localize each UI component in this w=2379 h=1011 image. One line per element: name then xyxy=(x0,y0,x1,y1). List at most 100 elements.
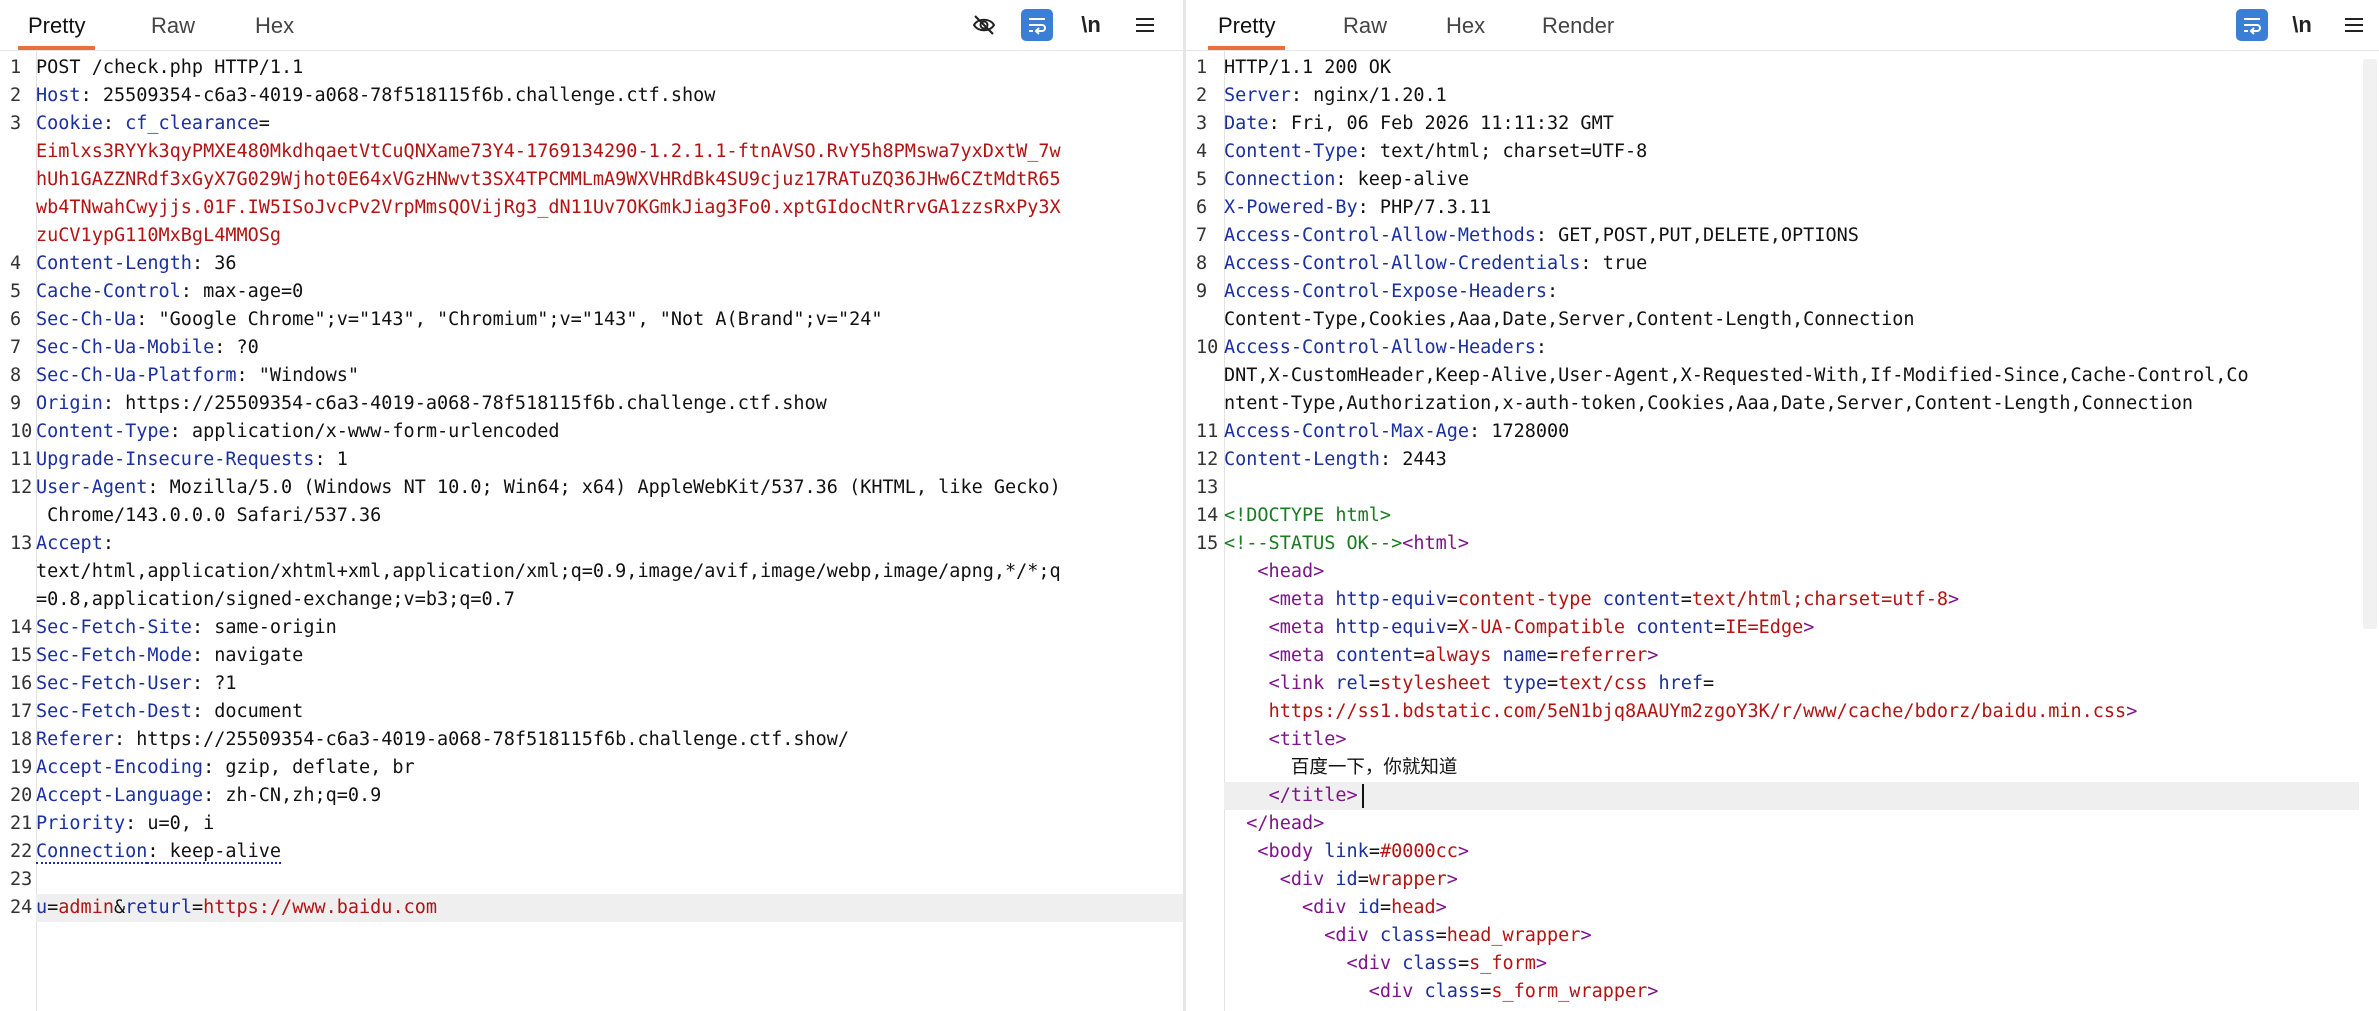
newline-toggle[interactable]: \n xyxy=(1075,9,1107,41)
response-tab-pretty[interactable]: Pretty xyxy=(1207,0,1287,50)
code-line[interactable]: X-Powered-By: PHP/7.3.11 xyxy=(1224,194,2359,222)
code-line[interactable]: u=admin&returl=https://www.baidu.com xyxy=(36,894,1183,922)
code-token: = xyxy=(1680,589,1692,610)
request-tab-raw[interactable]: Raw xyxy=(151,0,195,48)
code-line[interactable]: Accept-Language: zh-CN,zh;q=0.9 xyxy=(36,782,1183,810)
response-tab-render[interactable]: Render xyxy=(1542,0,1614,48)
code-line[interactable]: Cache-Control: max-age=0 xyxy=(36,278,1183,306)
code-line[interactable]: Date: Fri, 06 Feb 2026 11:11:32 GMT xyxy=(1224,110,2359,138)
code-line[interactable]: Sec-Ch-Ua-Mobile: ?0 xyxy=(36,334,1183,362)
code-line[interactable]: zuCV1ypG110MxBgL4MMOSg xyxy=(36,222,1183,250)
code-line[interactable]: Sec-Ch-Ua-Platform: "Windows" xyxy=(36,362,1183,390)
code-line[interactable]: <div id=wrapper> xyxy=(1224,866,2359,894)
code-line[interactable]: <title> xyxy=(1224,726,2359,754)
code-line[interactable]: Connection: keep-alive xyxy=(36,838,1183,866)
code-line[interactable]: =0.8,application/signed-exchange;v=b3;q=… xyxy=(36,586,1183,614)
code-line[interactable]: Sec-Fetch-Mode: navigate xyxy=(36,642,1183,670)
request-tab-hex[interactable]: Hex xyxy=(255,0,294,48)
code-line[interactable]: <div id=head> xyxy=(1224,894,2359,922)
code-token: = xyxy=(1703,673,1715,694)
code-line[interactable]: Content-Type: text/html; charset=UTF-8 xyxy=(1224,138,2359,166)
code-line[interactable]: <!--STATUS OK--><html> xyxy=(1224,530,2359,558)
request-code[interactable]: POST /check.php HTTP/1.1 Host: 25509354-c… xyxy=(36,54,1183,922)
request-editor[interactable]: 1 2 3 4 5 6 7 8 9 10 11 12 13 14 15 16 17 18 19 20 21 22 23 24 … xyxy=(0,51,1183,1011)
line-number xyxy=(1196,614,1224,642)
code-line[interactable]: <link rel=stylesheet type=text/css href= xyxy=(1224,670,2359,698)
line-number xyxy=(1196,866,1224,894)
code-line[interactable]: <meta http-equiv=X-UA-Compatible content… xyxy=(1224,614,2359,642)
code-line[interactable]: Origin: https://25509354-c6a3-4019-a068-… xyxy=(36,390,1183,418)
code-line[interactable]: Chrome/143.0.0.0 Safari/537.36 xyxy=(36,502,1183,530)
code-line[interactable]: </title> xyxy=(1224,782,2359,810)
code-line[interactable]: Access-Control-Allow-Headers: xyxy=(1224,334,2359,362)
code-token: <div xyxy=(1368,981,1425,1002)
code-line[interactable]: User-Agent: Mozilla/5.0 (Windows NT 10.0… xyxy=(36,474,1183,502)
code-line[interactable]: </head> xyxy=(1224,810,2359,838)
code-token: s_form_wrapper xyxy=(1491,981,1648,1002)
code-line[interactable]: HTTP/1.1 200 OK xyxy=(1224,54,2359,82)
code-line[interactable]: Content-Type,Cookies,Aaa,Date,Server,Con… xyxy=(1224,306,2359,334)
response-tab-hex[interactable]: Hex xyxy=(1446,0,1485,48)
code-line[interactable]: Sec-Fetch-Site: same-origin xyxy=(36,614,1183,642)
request-tab-pretty[interactable]: Pretty xyxy=(17,0,97,50)
code-line[interactable]: Accept-Encoding: gzip, deflate, br xyxy=(36,754,1183,782)
code-line[interactable]: ntent-Type,Authorization,x-auth-token,Co… xyxy=(1224,390,2359,418)
code-line[interactable]: Eimlxs3RYYk3qyPMXE480MkdhqaetVtCuQNXame7… xyxy=(36,138,1183,166)
wrap-lines-icon[interactable] xyxy=(2236,9,2268,41)
code-line[interactable]: <body link=#0000cc> xyxy=(1224,838,2359,866)
response-tab-raw[interactable]: Raw xyxy=(1343,0,1387,48)
code-line[interactable]: wb4TNwahCwyjjs.01F.IW5ISoJvcPv2VrpMmsQOV… xyxy=(36,194,1183,222)
menu-icon[interactable] xyxy=(2338,9,2370,41)
code-line[interactable]: Access-Control-Max-Age: 1728000 xyxy=(1224,418,2359,446)
code-line[interactable]: 百度一下，你就知道 xyxy=(1224,754,2359,782)
code-token: u xyxy=(36,897,48,918)
code-token: <meta xyxy=(1268,645,1336,666)
code-line[interactable]: <!DOCTYPE html> xyxy=(1224,502,2359,530)
wrap-lines-icon[interactable] xyxy=(1021,9,1053,41)
scrollbar-thumb[interactable] xyxy=(2363,59,2377,629)
code-line[interactable]: Content-Type: application/x-www-form-url… xyxy=(36,418,1183,446)
eye-slash-icon[interactable] xyxy=(968,9,1000,41)
code-line[interactable]: Accept: xyxy=(36,530,1183,558)
line-number: 15 xyxy=(1196,533,1219,554)
code-line[interactable]: Access-Control-Expose-Headers: xyxy=(1224,278,2359,306)
newline-toggle[interactable]: \n xyxy=(2286,9,2318,41)
code-line[interactable]: Cookie: cf_clearance= xyxy=(36,110,1183,138)
code-token: class xyxy=(1402,953,1458,974)
code-line[interactable]: text/html,application/xhtml+xml,applicat… xyxy=(36,558,1183,586)
code-line[interactable]: Referer: https://25509354-c6a3-4019-a068… xyxy=(36,726,1183,754)
code-line[interactable]: Sec-Fetch-User: ?1 xyxy=(36,670,1183,698)
code-line[interactable]: Upgrade-Insecure-Requests: 1 xyxy=(36,446,1183,474)
code-line[interactable]: DNT,X-CustomHeader,Keep-Alive,User-Agent… xyxy=(1224,362,2359,390)
response-code[interactable]: HTTP/1.1 200 OK Server: nginx/1.20.1 Date:… xyxy=(1224,54,2359,1006)
code-line[interactable]: hUh1GAZZNRdf3xGyX7G029Wjhot0E64xVGzHNwvt… xyxy=(36,166,1183,194)
code-token: <title> xyxy=(1268,729,1347,750)
response-scrollbar[interactable] xyxy=(2359,51,2379,1011)
code-token: Upgrade-Insecure-Requests xyxy=(36,449,315,470)
code-line[interactable]: POST /check.php HTTP/1.1 xyxy=(36,54,1183,82)
code-line[interactable]: Access-Control-Allow-Credentials: true xyxy=(1224,250,2359,278)
code-line[interactable]: Connection: keep-alive xyxy=(1224,166,2359,194)
line-number xyxy=(10,222,36,250)
code-line[interactable]: Host: 25509354-c6a3-4019-a068-78f518115f… xyxy=(36,82,1183,110)
code-line[interactable]: Content-Length: 2443 xyxy=(1224,446,2359,474)
code-line[interactable] xyxy=(1224,474,2359,502)
code-line[interactable]: Server: nginx/1.20.1 xyxy=(1224,82,2359,110)
response-editor[interactable]: 1 2 3 4 5 6 7 8 9 10 11 12 13 14 15 HTTP/1.1 200 OK Ser… xyxy=(1186,51,2359,1011)
code-line[interactable]: <div class=s_form> xyxy=(1224,950,2359,978)
code-line[interactable]: Access-Control-Allow-Methods: GET,POST,P… xyxy=(1224,222,2359,250)
code-line[interactable]: Sec-Fetch-Dest: document xyxy=(36,698,1183,726)
code-line[interactable]: <meta content=always name=referrer> xyxy=(1224,642,2359,670)
code-line[interactable]: <meta http-equiv=content-type content=te… xyxy=(1224,586,2359,614)
code-token: 百度一下，你就知道 xyxy=(1224,757,1458,778)
code-line[interactable] xyxy=(36,866,1183,894)
code-line[interactable]: <div class=head_wrapper> xyxy=(1224,922,2359,950)
code-line[interactable]: Sec-Ch-Ua: "Google Chrome";v="143", "Chr… xyxy=(36,306,1183,334)
code-line[interactable]: <div class=s_form_wrapper> xyxy=(1224,978,2359,1006)
code-line[interactable]: https://ss1.bdstatic.com/5eN1bjq8AAUYm2z… xyxy=(1224,698,2359,726)
code-line[interactable]: Content-Length: 36 xyxy=(36,250,1183,278)
code-line[interactable]: <head> xyxy=(1224,558,2359,586)
code-line[interactable]: Priority: u=0, i xyxy=(36,810,1183,838)
code-token: = xyxy=(1368,841,1380,862)
menu-icon[interactable] xyxy=(1129,9,1161,41)
